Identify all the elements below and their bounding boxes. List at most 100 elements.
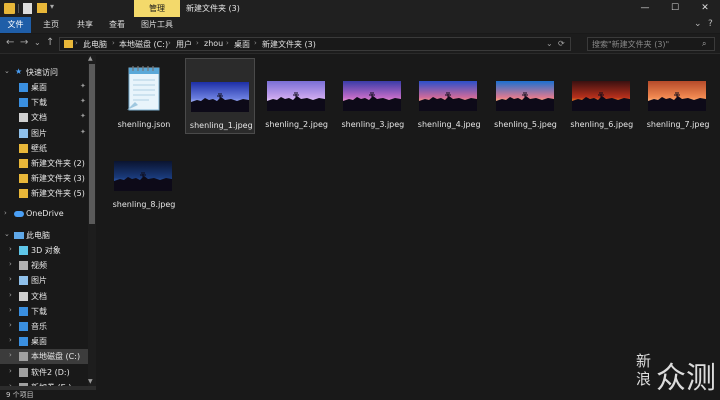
breadcrumb-zhou[interactable]: zhou [204, 39, 223, 48]
file-name: shenling.json [117, 120, 171, 129]
close-button[interactable]: ✕ [690, 0, 720, 17]
sidebar-item-pc-7[interactable]: › 本地磁盘 (C:) [0, 349, 96, 365]
chevron-right-icon[interactable]: › [9, 245, 12, 253]
pin-icon: ✦ [80, 82, 86, 90]
chevron-right-icon[interactable]: › [75, 39, 78, 47]
sidebar-item-this-pc[interactable]: ⌄ 此电脑 [0, 228, 96, 243]
sidebar-scrollbar-thumb[interactable] [89, 64, 95, 224]
new-folder-icon[interactable] [37, 3, 47, 13]
recent-locations-button[interactable]: ⌄ [34, 38, 41, 47]
sidebar-item-quick-3[interactable]: 图片 ✦ [0, 126, 96, 141]
chevron-right-icon[interactable]: › [168, 39, 171, 47]
chevron-right-icon[interactable]: › [4, 209, 7, 217]
sidebar-item-label: 本地磁盘 (C:) [31, 352, 81, 362]
file-tile-image[interactable]: shenling_4.jpeg [414, 58, 484, 134]
sidebar-item-pc-1[interactable]: › 视频 [0, 258, 96, 273]
sidebar-item-quick-5[interactable]: 新建文件夹 (2) [0, 156, 96, 171]
chevron-right-icon[interactable]: › [9, 260, 12, 268]
refresh-icon[interactable]: ⟳ [558, 39, 565, 48]
sidebar-item-label: 文档 [31, 113, 47, 123]
chevron-right-icon[interactable]: › [226, 39, 229, 47]
download-icon [19, 98, 28, 108]
file-tile-image[interactable]: shenling_8.jpeg [109, 138, 179, 214]
sidebar-item-pc-0[interactable]: › 3D 对象 [0, 243, 96, 258]
breadcrumb-this-pc[interactable]: 此电脑 [83, 39, 107, 50]
sidebar-item-quick-access[interactable]: ⌄ ★ 快速访问 [0, 65, 96, 80]
breadcrumb-users[interactable]: 用户 [176, 39, 192, 50]
tab-share[interactable]: 共享 [72, 17, 98, 33]
sidebar-item-quick-1[interactable]: 下载 ✦ [0, 95, 96, 110]
address-bar[interactable]: › 此电脑 › 本地磁盘 (C:) › 用户 › zhou › 桌面 › 新建文… [59, 37, 571, 51]
chevron-right-icon[interactable]: › [9, 351, 12, 359]
sidebar-item-pc-8[interactable]: › 软件2 (D:) [0, 365, 96, 380]
file-tile-image[interactable]: shenling_6.jpeg [567, 58, 637, 134]
back-button[interactable]: ← [6, 37, 14, 48]
sidebar-item-pc-3[interactable]: › 文档 [0, 289, 96, 304]
watermark-text: 众测 [656, 361, 716, 396]
chevron-down-icon[interactable]: ⌄ [4, 230, 10, 238]
image-thumbnail [495, 81, 554, 111]
picture-icon [19, 276, 28, 286]
properties-icon[interactable] [23, 3, 32, 14]
sidebar-item-pc-6[interactable]: › 桌面 [0, 334, 96, 349]
sidebar-item-label: 文档 [31, 291, 47, 301]
sidebar-item-quick-6[interactable]: 新建文件夹 (3) [0, 171, 96, 186]
title-bar: ▾ 管理 新建文件夹 (3) — ☐ ✕ [0, 0, 720, 17]
chevron-right-icon[interactable]: › [9, 275, 12, 283]
sidebar-item-label: 桌面 [31, 337, 47, 347]
file-tile-json[interactable]: shenling.json [109, 58, 179, 134]
music-icon [19, 322, 28, 331]
sidebar-item-pc-5[interactable]: › 音乐 [0, 319, 96, 334]
sidebar-item-label: 图片 [31, 276, 47, 286]
chevron-right-icon[interactable]: › [9, 291, 12, 299]
ribbon-collapse-icon[interactable]: ⌄ [694, 19, 702, 29]
sidebar-item-quick-7[interactable]: 新建文件夹 (5) [0, 186, 96, 201]
tab-file[interactable]: 文件 [0, 17, 31, 33]
tab-picture-tools[interactable]: 图片工具 [137, 17, 177, 33]
folder-icon [19, 174, 28, 184]
file-tile-image[interactable]: shenling_2.jpeg [262, 58, 332, 134]
breadcrumb-desktop[interactable]: 桌面 [234, 39, 250, 50]
chevron-right-icon[interactable]: › [112, 39, 115, 47]
watermark-text: 浪 [636, 370, 652, 388]
chevron-right-icon[interactable]: › [9, 336, 12, 344]
scroll-up-icon[interactable]: ▲ [88, 55, 93, 62]
file-tile-image[interactable]: shenling_7.jpeg [643, 58, 713, 134]
status-bar: 9 个项目 [0, 390, 720, 400]
up-button[interactable]: ↑ [46, 37, 54, 48]
file-tile-image[interactable]: shenling_5.jpeg [491, 58, 561, 134]
search-icon[interactable]: ⌕ [702, 39, 706, 49]
sidebar-item-quick-0[interactable]: 桌面 ✦ [0, 80, 96, 95]
file-tile-image[interactable]: shenling_1.jpeg [185, 58, 256, 134]
notepad-icon [127, 66, 160, 111]
sidebar-item-pc-4[interactable]: › 下载 [0, 304, 96, 319]
chevron-right-icon[interactable]: › [254, 39, 257, 47]
tab-home[interactable]: 主页 [38, 17, 64, 33]
search-box[interactable]: 搜索"新建文件夹 (3)" ⌕ [587, 37, 715, 51]
sidebar-item-quick-4[interactable]: 壁纸 [0, 141, 96, 156]
scroll-down-icon[interactable]: ▼ [88, 378, 93, 385]
minimize-button[interactable]: — [630, 0, 660, 17]
sidebar-item-label: 视频 [31, 261, 47, 271]
breadcrumb-current-folder[interactable]: 新建文件夹 (3) [262, 39, 316, 50]
file-tile-image[interactable]: shenling_3.jpeg [338, 58, 408, 134]
chevron-right-icon[interactable]: › [9, 367, 12, 375]
maximize-button[interactable]: ☐ [660, 0, 690, 17]
help-icon[interactable]: ? [708, 19, 713, 29]
chevron-down-icon[interactable]: ⌄ [4, 67, 10, 75]
sidebar-item-onedrive[interactable]: › OneDrive [0, 207, 96, 222]
sidebar-item-pc-2[interactable]: › 图片 [0, 273, 96, 288]
folder-icon [64, 40, 73, 48]
breadcrumb-local-disk[interactable]: 本地磁盘 (C:) [119, 39, 168, 50]
address-dropdown-icon[interactable]: ⌄ [546, 39, 553, 48]
chevron-right-icon[interactable]: › [9, 306, 12, 314]
customize-toolbar-icon[interactable]: ▾ [50, 2, 54, 11]
sidebar-item-quick-2[interactable]: 文档 ✦ [0, 110, 96, 125]
tab-view[interactable]: 查看 [104, 17, 130, 33]
drive-icon [19, 352, 28, 362]
chevron-right-icon[interactable]: › [9, 321, 12, 329]
chevron-right-icon[interactable]: › [196, 39, 199, 47]
tab-manage[interactable]: 管理 [134, 0, 180, 17]
forward-button[interactable]: → [20, 37, 28, 48]
pin-icon: ✦ [80, 112, 86, 121]
